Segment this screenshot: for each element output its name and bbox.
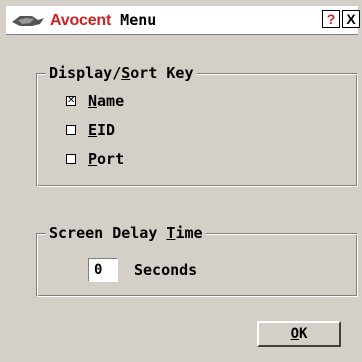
display-sort-key-legend: Display/Sort Key	[46, 63, 197, 83]
ok-button[interactable]: OK	[257, 321, 341, 347]
name-checkbox[interactable]: ✕	[66, 95, 76, 106]
avocent-menu-dialog: Avocent Menu ? X Display/Sort Key ✕ Name…	[0, 0, 362, 362]
display-sort-key-group: Display/Sort Key ✕ Name EID Port	[36, 63, 358, 187]
port-checkbox[interactable]	[66, 154, 76, 164]
eid-checkbox[interactable]	[66, 125, 76, 135]
title-bar: Avocent Menu ? X	[6, 6, 360, 35]
brand-name: Avocent	[50, 12, 112, 29]
window-title: Avocent Menu	[50, 10, 156, 31]
checked-icon: ✕	[67, 95, 76, 106]
eid-option-label: EID	[88, 121, 116, 139]
name-option-label: Name	[88, 92, 125, 110]
screen-delay-input[interactable]	[88, 258, 118, 282]
close-button[interactable]: X	[342, 10, 360, 28]
screen-delay-time-group: Screen Delay Time Seconds	[36, 223, 358, 297]
avocent-logo-icon	[12, 16, 44, 26]
port-option-label: Port	[88, 150, 125, 168]
sort-option-eid[interactable]: EID	[66, 120, 115, 140]
sort-option-name[interactable]: ✕ Name	[66, 91, 124, 111]
screen-delay-time-legend: Screen Delay Time	[46, 223, 206, 243]
sort-option-port[interactable]: Port	[66, 149, 124, 169]
help-button[interactable]: ?	[322, 10, 340, 28]
title-label: Menu	[111, 11, 157, 29]
seconds-label: Seconds	[134, 261, 198, 279]
